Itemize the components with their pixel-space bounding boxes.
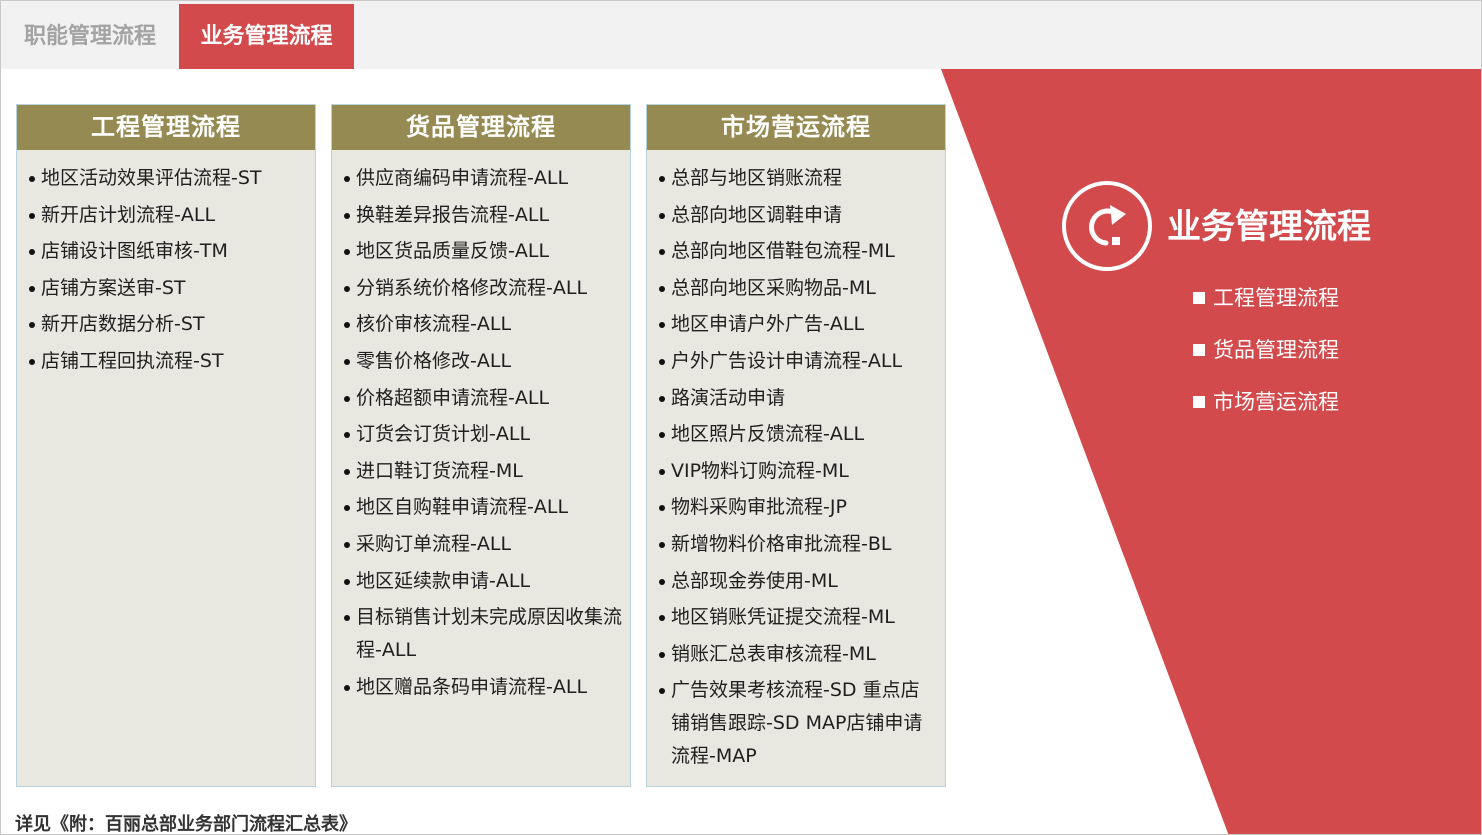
process-link[interactable]: 地区延续款申请-ALL bbox=[344, 565, 622, 598]
process-link[interactable]: 销账汇总表审核流程-ML bbox=[659, 638, 937, 671]
process-link[interactable]: 进口鞋订货流程-ML bbox=[344, 455, 622, 488]
process-link[interactable]: 店铺设计图纸审核-TM bbox=[29, 235, 307, 268]
page-frame: 职能管理流程 业务管理流程 工程管理流程 地区活动效果评估流程-ST 新开店计划… bbox=[0, 0, 1482, 835]
redirect-arrow-icon bbox=[1062, 181, 1152, 271]
process-link[interactable]: 总部向地区采购物品-ML bbox=[659, 272, 937, 305]
process-link[interactable]: 广告效果考核流程-SD 重点店铺销售跟踪-SD MAP店铺申请流程-MAP bbox=[659, 674, 937, 773]
process-link[interactable]: 零售价格修改-ALL bbox=[344, 345, 622, 378]
process-link[interactable]: 采购订单流程-ALL bbox=[344, 528, 622, 561]
process-link[interactable]: 物料采购审批流程-JP bbox=[659, 491, 937, 524]
process-link[interactable]: 路演活动申请 bbox=[659, 382, 937, 415]
process-link[interactable]: 地区货品质量反馈-ALL bbox=[344, 235, 622, 268]
summary-link-engineering[interactable]: 工程管理流程 bbox=[1193, 283, 1339, 335]
process-link[interactable]: 新增物料价格审批流程-BL bbox=[659, 528, 937, 561]
tab-bar: 职能管理流程 业务管理流程 bbox=[1, 1, 1481, 69]
process-list: 总部与地区销账流程 总部向地区调鞋申请 总部向地区借鞋包流程-ML 总部向地区采… bbox=[647, 150, 945, 773]
process-link[interactable]: 地区销账凭证提交流程-ML bbox=[659, 601, 937, 634]
process-link[interactable]: 分销系统价格修改流程-ALL bbox=[344, 272, 622, 305]
process-list: 供应商编码申请流程-ALL 换鞋差异报告流程-ALL 地区货品质量反馈-ALL … bbox=[332, 150, 630, 704]
column-engineering: 工程管理流程 地区活动效果评估流程-ST 新开店计划流程-ALL 店铺设计图纸审… bbox=[16, 104, 316, 787]
column-title: 市场营运流程 bbox=[647, 105, 945, 150]
process-list: 地区活动效果评估流程-ST 新开店计划流程-ALL 店铺设计图纸审核-TM 店铺… bbox=[17, 150, 315, 378]
summary-link-merchandise[interactable]: 货品管理流程 bbox=[1193, 335, 1339, 387]
column-market-operations: 市场营运流程 总部与地区销账流程 总部向地区调鞋申请 总部向地区借鞋包流程-ML… bbox=[646, 104, 946, 787]
process-link[interactable]: 总部向地区借鞋包流程-ML bbox=[659, 235, 937, 268]
process-link[interactable]: 价格超额申请流程-ALL bbox=[344, 382, 622, 415]
process-link[interactable]: 地区自购鞋申请流程-ALL bbox=[344, 491, 622, 524]
process-link[interactable]: 总部与地区销账流程 bbox=[659, 162, 937, 195]
process-link[interactable]: 地区照片反馈流程-ALL bbox=[659, 418, 937, 451]
process-link[interactable]: 店铺方案送审-ST bbox=[29, 272, 307, 305]
process-link[interactable]: 总部向地区调鞋申请 bbox=[659, 199, 937, 232]
footnote: 详见《附：百丽总部业务部门流程汇总表》 bbox=[15, 814, 357, 835]
process-link[interactable]: 供应商编码申请流程-ALL bbox=[344, 162, 622, 195]
process-link[interactable]: 地区申请户外广告-ALL bbox=[659, 308, 937, 341]
summary-title: 业务管理流程 bbox=[1167, 207, 1371, 247]
process-link[interactable]: 店铺工程回执流程-ST bbox=[29, 345, 307, 378]
process-link[interactable]: 地区活动效果评估流程-ST bbox=[29, 162, 307, 195]
process-link[interactable]: 总部现金券使用-ML bbox=[659, 565, 937, 598]
summary-link-list: 工程管理流程 货品管理流程 市场营运流程 bbox=[1193, 283, 1339, 439]
process-link[interactable]: 新开店数据分析-ST bbox=[29, 308, 307, 341]
process-link[interactable]: 地区赠品条码申请流程-ALL bbox=[344, 671, 622, 704]
process-link[interactable]: 换鞋差异报告流程-ALL bbox=[344, 199, 622, 232]
column-title: 货品管理流程 bbox=[332, 105, 630, 150]
column-title: 工程管理流程 bbox=[17, 105, 315, 150]
process-link[interactable]: VIP物料订购流程-ML bbox=[659, 455, 937, 488]
column-merchandise: 货品管理流程 供应商编码申请流程-ALL 换鞋差异报告流程-ALL 地区货品质量… bbox=[331, 104, 631, 787]
process-link[interactable]: 户外广告设计申请流程-ALL bbox=[659, 345, 937, 378]
process-link[interactable]: 新开店计划流程-ALL bbox=[29, 199, 307, 232]
tab-functional-process[interactable]: 职能管理流程 bbox=[1, 4, 179, 69]
tab-business-process[interactable]: 业务管理流程 bbox=[179, 4, 354, 69]
process-link[interactable]: 订货会订货计划-ALL bbox=[344, 418, 622, 451]
process-link[interactable]: 核价审核流程-ALL bbox=[344, 308, 622, 341]
process-link[interactable]: 目标销售计划未完成原因收集流程-ALL bbox=[344, 601, 622, 667]
summary-link-market[interactable]: 市场营运流程 bbox=[1193, 387, 1339, 439]
